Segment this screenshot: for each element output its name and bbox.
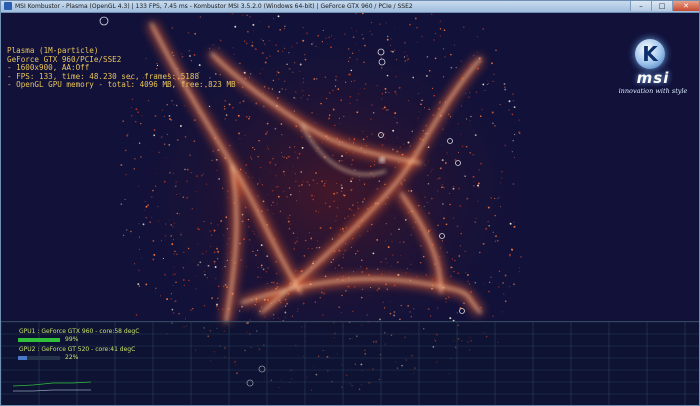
gpu2-label: GPU2 : GeForce GT 520 - core:41 degC	[19, 346, 136, 353]
msi-brand-text: msi	[636, 69, 670, 87]
gpu1-usage-fill	[18, 338, 60, 342]
minimize-button[interactable]: –	[630, 1, 651, 11]
gpu2-usage-value: 22%	[65, 354, 79, 361]
temperature-graph	[13, 381, 92, 392]
close-button[interactable]: ✕	[672, 1, 699, 11]
window-title: MSI Kombustor - Plasma (OpenGL 4.3) | 13…	[15, 3, 413, 10]
gpu2-usage-bar	[18, 356, 60, 360]
gpu1-usage-bar	[18, 338, 60, 342]
gpu2-usage-fill	[18, 356, 28, 360]
msi-logo: K msi innovation with style	[601, 29, 697, 99]
gpu1-label: GPU1 : GeForce GTX 960 - core:58 degC	[19, 328, 140, 335]
gpu1-usage-value: 99%	[65, 336, 79, 343]
kombustor-k-icon: K	[635, 39, 665, 69]
gpu-monitor-panel: GPU1 : GeForce GTX 960 - core:58 degC 99…	[1, 321, 699, 405]
render-viewport[interactable]: Plasma (1M-particle) GeForce GTX 960/PCI…	[1, 13, 699, 405]
window-controls: – □ ✕	[630, 1, 699, 12]
kombustor-window: MSI Kombustor - Plasma (OpenGL 4.3) | 13…	[0, 0, 700, 406]
hud-gpu-memory: - OpenGL GPU memory - total: 4096 MB, fr…	[7, 80, 236, 89]
msi-tagline: innovation with style	[618, 87, 688, 95]
app-icon	[4, 2, 12, 10]
title-bar[interactable]: MSI Kombustor - Plasma (OpenGL 4.3) | 13…	[1, 1, 699, 13]
maximize-button[interactable]: □	[651, 1, 672, 11]
hud-overlay: Plasma (1M-particle) GeForce GTX 960/PCI…	[7, 46, 236, 90]
